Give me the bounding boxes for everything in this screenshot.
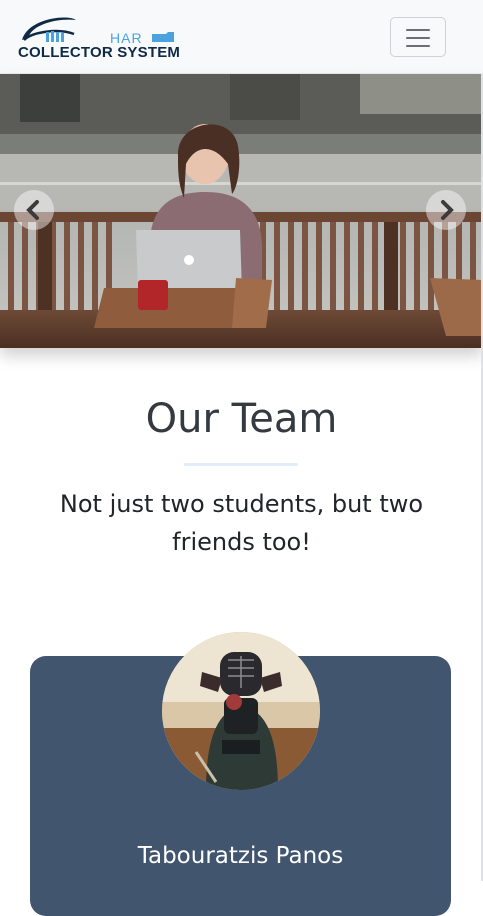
- woman-with-laptop-photo: [0, 74, 483, 348]
- navbar: HAR COLLECTOR SYSTEM: [0, 0, 483, 74]
- member-avatar: [162, 632, 320, 790]
- chevron-left-icon: [26, 200, 39, 220]
- carousel-prev-button[interactable]: [14, 190, 54, 230]
- hero-carousel: [0, 74, 483, 348]
- brand-logo[interactable]: HAR COLLECTOR SYSTEM: [18, 12, 180, 62]
- title-underline: [184, 463, 298, 466]
- kendo-fighter-photo: [162, 632, 320, 790]
- chevron-right-icon: [441, 200, 454, 220]
- logo-collector-text: COLLECTOR SYSTEM: [18, 44, 181, 61]
- team-section-title: Our Team: [145, 396, 338, 442]
- hamburger-menu-icon[interactable]: [390, 17, 446, 57]
- carousel-next-button[interactable]: [426, 190, 466, 230]
- team-section-subtitle: Not just two students, but two friends t…: [59, 490, 424, 556]
- member-name: Tabouratzis Panos: [137, 843, 344, 869]
